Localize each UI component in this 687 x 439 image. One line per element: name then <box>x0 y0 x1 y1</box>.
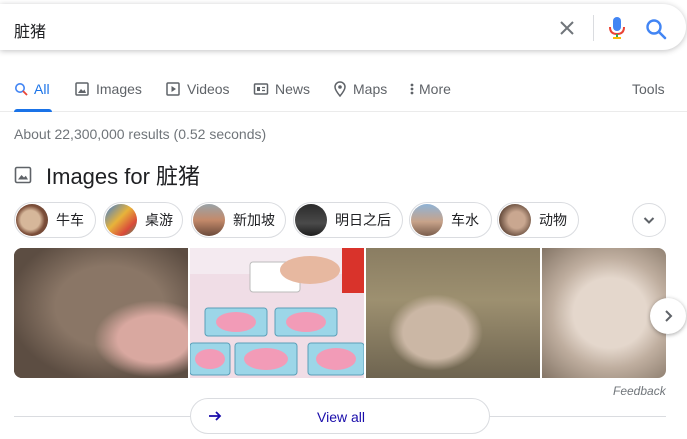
chevron-down-icon <box>643 217 655 224</box>
tab-more-label: More <box>419 81 451 97</box>
image-result-thumbnail[interactable] <box>366 248 540 378</box>
chip-related-search[interactable]: 桌游 <box>103 202 183 238</box>
tab-images[interactable]: Images <box>74 81 142 97</box>
news-icon <box>253 83 269 95</box>
chip-related-search[interactable]: 动物 <box>497 202 579 238</box>
chip-thumbnail <box>105 204 137 236</box>
search-bar: 脏猪 <box>0 4 686 50</box>
image-icon <box>14 166 32 184</box>
chip-related-search[interactable]: 牛车 <box>14 202 96 238</box>
chip-thumbnail <box>295 204 327 236</box>
result-stats: About 22,300,000 results (0.52 seconds) <box>14 126 267 142</box>
chip-thumbnail <box>499 204 531 236</box>
search-icon <box>646 19 667 40</box>
search-tabs: All Images Videos News Maps More Tools <box>0 72 687 112</box>
chip-label: 桌游 <box>145 212 173 228</box>
expand-chips-button[interactable] <box>632 203 666 237</box>
clear-search-button[interactable] <box>555 17 579 39</box>
images-section-header: Images for 脏猪 <box>14 159 200 191</box>
image-result-thumbnail[interactable] <box>542 248 666 378</box>
tools-button[interactable]: Tools <box>632 81 665 97</box>
chip-label: 动物 <box>539 212 567 228</box>
image-results-strip <box>14 248 666 378</box>
view-all-button[interactable]: View all <box>190 398 490 434</box>
chip-thumbnail <box>16 204 48 236</box>
chip-thumbnail <box>193 204 225 236</box>
map-pin-icon <box>334 81 346 97</box>
images-section-title[interactable]: Images for 脏猪 <box>46 159 200 191</box>
voice-search-button[interactable] <box>606 16 628 40</box>
arrow-right-icon <box>209 411 222 421</box>
search-icon <box>15 83 28 96</box>
active-tab-indicator <box>14 109 52 112</box>
tab-all[interactable]: All <box>14 81 50 97</box>
image-result-thumbnail[interactable] <box>189 248 365 378</box>
play-icon <box>166 82 180 96</box>
chip-label: 新加坡 <box>233 212 275 228</box>
chip-related-search[interactable]: 明日之后 <box>293 202 403 238</box>
tab-images-label: Images <box>96 81 142 97</box>
tab-maps-label: Maps <box>353 81 388 97</box>
view-all-label: View all <box>317 409 365 425</box>
chip-related-search[interactable]: 新加坡 <box>191 202 286 238</box>
search-bar-divider <box>593 15 594 41</box>
chip-related-search[interactable]: 车水 <box>409 202 492 238</box>
chevron-right-icon <box>665 310 673 322</box>
tab-maps[interactable]: Maps <box>333 81 387 97</box>
tab-all-label: All <box>34 81 50 97</box>
board-game-cards-image <box>189 248 365 376</box>
search-input[interactable]: 脏猪 <box>14 18 46 42</box>
tab-news-label: News <box>275 81 311 97</box>
microphone-icon <box>609 17 625 39</box>
chip-thumbnail <box>411 204 443 236</box>
search-button[interactable] <box>645 18 667 40</box>
image-result-thumbnail[interactable] <box>14 248 188 378</box>
chip-label: 明日之后 <box>335 212 391 228</box>
next-images-button[interactable] <box>650 298 686 334</box>
tab-videos-label: Videos <box>187 81 230 97</box>
tab-videos[interactable]: Videos <box>165 81 230 97</box>
tab-news[interactable]: News <box>253 81 310 97</box>
image-icon <box>75 82 89 96</box>
tab-more[interactable]: More <box>409 81 451 97</box>
chip-label: 车水 <box>451 212 479 228</box>
feedback-link[interactable]: Feedback <box>613 384 666 398</box>
close-icon <box>560 21 574 35</box>
chip-label: 牛车 <box>56 212 84 228</box>
more-vert-icon <box>410 83 414 95</box>
